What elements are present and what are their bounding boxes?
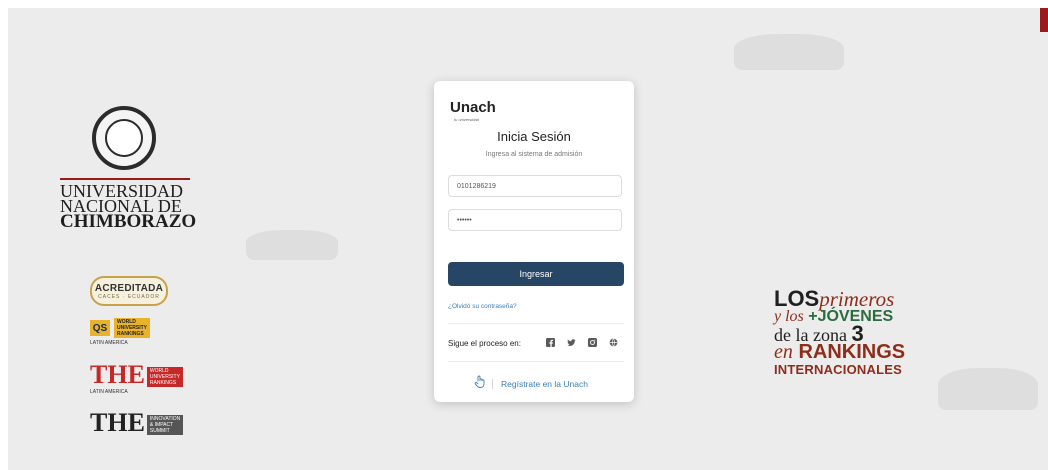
cloud-decoration	[246, 230, 338, 260]
qs-ranking-text: WORLD UNIVERSITY RANKINGS	[114, 318, 151, 338]
acreditada-subtitle: CACES · ECUADOR	[98, 293, 160, 300]
cloud-decoration	[938, 368, 1038, 410]
register-row: Regístrate en la Unach	[474, 375, 588, 393]
username-input[interactable]	[448, 175, 622, 197]
the-impact-text: INNOVATION & IMPACT SUMMIT	[146, 415, 184, 435]
twitter-icon[interactable]	[567, 338, 576, 347]
login-card: Unach tu universidad Inicia Sesión Ingre…	[434, 81, 634, 402]
facebook-icon[interactable]	[546, 338, 555, 347]
register-link[interactable]: Regístrate en la Unach	[492, 379, 588, 389]
university-seal-logo	[92, 106, 156, 170]
instagram-icon[interactable]	[588, 338, 597, 347]
the-latam-caption: LATIN AMERICA	[90, 389, 128, 395]
unach-logo-tagline: tu universidad	[454, 117, 479, 122]
the-logo-icon: THE	[90, 360, 145, 389]
rankings-slogan: LOSprimeros y los +JÓVENES de la zona 3 …	[774, 288, 949, 378]
qs-ranking-badge: QS WORLD UNIVERSITY RANKINGS LATIN AMERI…	[90, 318, 170, 350]
card-divider	[448, 323, 624, 324]
university-name: UNIVERSIDAD NACIONAL DE CHIMBORAZO	[60, 182, 200, 232]
password-input[interactable]	[448, 209, 622, 231]
slogan-line-4: en RANKINGS	[774, 341, 949, 363]
acreditada-badge: ACREDITADA CACES · ECUADOR	[90, 276, 168, 306]
slogan-text: en	[774, 341, 793, 363]
login-button[interactable]: Ingresar	[448, 262, 624, 286]
slogan-line-1: LOSprimeros	[774, 288, 949, 310]
seal-crest-icon	[105, 119, 143, 157]
the-line: SUMMIT	[149, 428, 170, 434]
login-title: Inicia Sesión	[497, 129, 571, 144]
login-subtitle: Ingresa al sistema de admisión	[485, 151, 583, 158]
slogan-text: RANKINGS	[798, 341, 906, 363]
page-background: UNIVERSIDAD NACIONAL DE CHIMBORAZO ACRED…	[8, 8, 1048, 470]
qs-caption: LATIN AMERICA	[90, 340, 128, 346]
university-name-line-3: CHIMBORAZO	[60, 211, 197, 232]
pointer-hand-icon	[474, 375, 486, 393]
unach-logo: Unach	[450, 99, 496, 116]
slogan-text: y los	[774, 308, 804, 325]
the-impact-badge: THE INNOVATION & IMPACT SUMMIT	[90, 408, 184, 438]
cloud-decoration	[734, 34, 844, 70]
the-line: RANKINGS	[149, 380, 177, 386]
card-divider	[448, 361, 624, 362]
qs-logo-icon: QS	[90, 320, 110, 336]
forgot-password-link[interactable]: ¿Olvidó su contraseña?	[448, 303, 517, 310]
slogan-line-5: INTERNACIONALES	[774, 362, 902, 377]
the-latam-text: WORLD UNIVERSITY RANKINGS	[146, 367, 183, 387]
web-icon[interactable]	[609, 338, 618, 347]
qs-line: RANKINGS	[117, 331, 144, 337]
the-logo-icon: THE	[90, 408, 145, 437]
brand-divider	[60, 178, 190, 180]
corner-accent-tab	[1040, 8, 1048, 32]
follow-label: Sigue el proceso en:	[448, 339, 521, 348]
the-latam-badge: THE WORLD UNIVERSITY RANKINGS LATIN AMER…	[90, 360, 183, 398]
acreditada-title: ACREDITADA	[94, 282, 164, 294]
